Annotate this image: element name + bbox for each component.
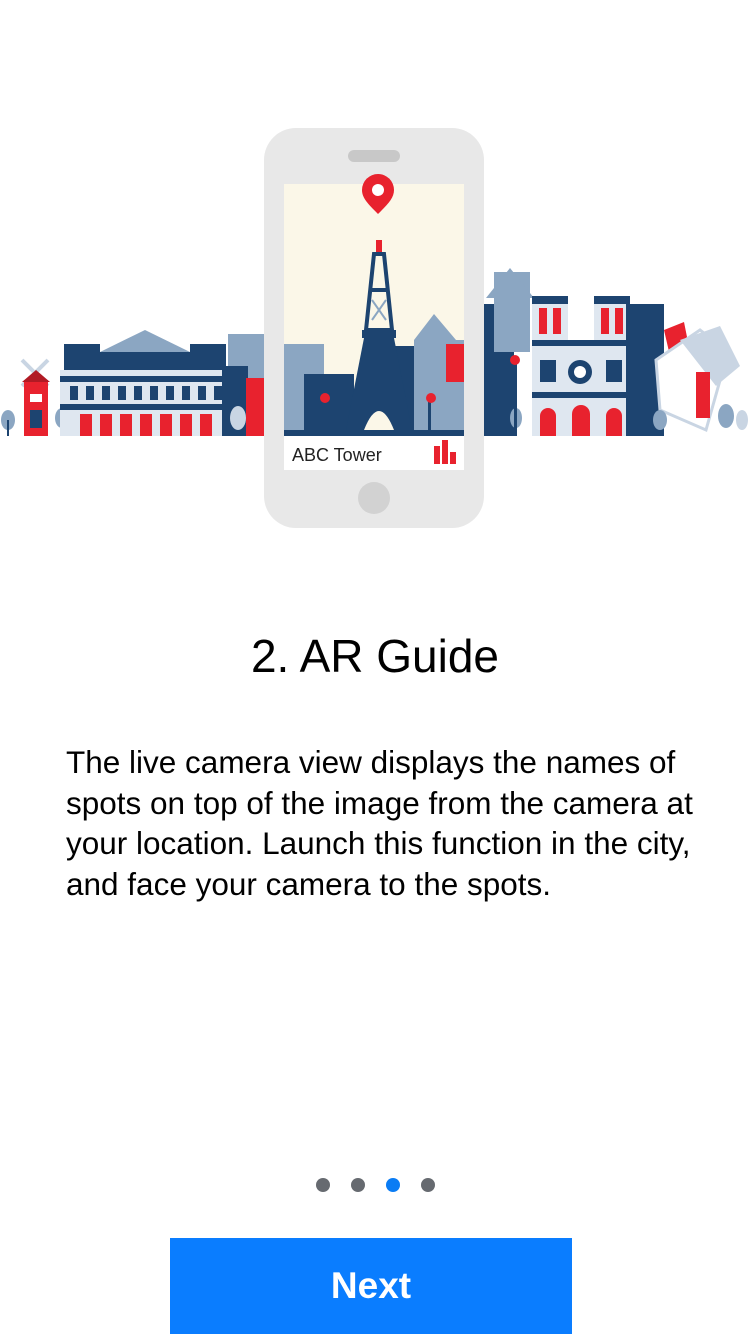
page-indicator[interactable] [0,1178,750,1194]
phone-spot-label: ABC Tower [292,445,382,465]
phone-illustration: ABC Tower [264,128,484,528]
opera-house-illustration [60,330,230,436]
onboarding-screen: ABC Tower 2. AR Guide The live camera vi… [0,0,750,1334]
page-dot-3-active[interactable] [385,1178,400,1192]
next-button[interactable]: Next [170,1238,572,1334]
step-description: The live camera view displays the names … [66,744,693,902]
page-dot-4[interactable] [420,1178,435,1192]
page-dot-1[interactable] [315,1178,330,1192]
page-dot-2[interactable] [350,1178,365,1192]
hero-illustration: ABC Tower [0,0,750,560]
step-title: 2. AR Guide [250,630,500,682]
